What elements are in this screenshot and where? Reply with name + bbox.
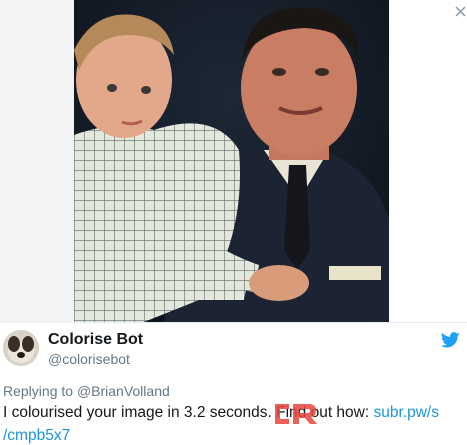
reply-context: Replying to @BrianVolland xyxy=(3,383,170,399)
reply-prefix: Replying to xyxy=(3,383,74,399)
twitter-bird-icon[interactable] xyxy=(441,332,460,348)
watermark-logo-icon xyxy=(275,404,317,424)
image-margin-right xyxy=(389,0,467,322)
author-name[interactable]: Colorise Bot xyxy=(48,331,143,349)
tweet-text-line-1: I colourised your image in 3.2 seconds. … xyxy=(3,404,439,422)
author-handle[interactable]: @colorisebot xyxy=(48,351,130,367)
dog-avatar-icon[interactable] xyxy=(3,330,39,366)
reply-mention[interactable]: @BrianVolland xyxy=(77,383,170,399)
tweet-screenshot: Colorise Bot @colorisebot Replying to @B… xyxy=(0,0,467,445)
tweet-text-line-2: /cmpb5x7 xyxy=(3,427,70,445)
divider xyxy=(0,322,467,323)
colourised-photo[interactable] xyxy=(74,0,389,322)
image-margin-left xyxy=(0,0,74,322)
tweet-link-part-1[interactable]: subr.pw/s xyxy=(374,404,439,421)
tweet-link-part-2[interactable]: /cmpb5x7 xyxy=(3,427,70,444)
expand-icon[interactable] xyxy=(455,6,466,17)
